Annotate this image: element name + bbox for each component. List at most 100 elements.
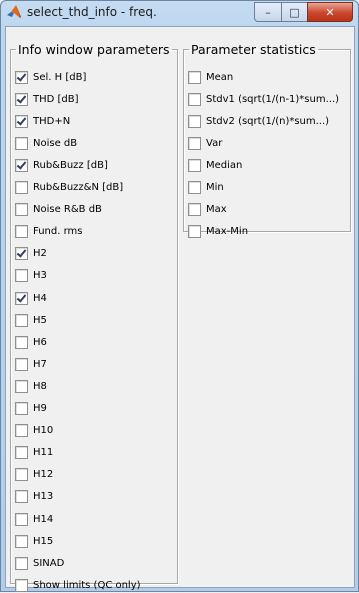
stats-checkbox-label[interactable]: Stdv1 (sqrt(1/(n-1)*sum...) bbox=[206, 94, 339, 105]
info-checkbox-label[interactable]: Rub&Buzz [dB] bbox=[33, 160, 108, 171]
info-checkbox-row[interactable]: Noise R&B dB bbox=[15, 202, 102, 218]
matlab-logo-icon bbox=[6, 4, 22, 20]
info-checkbox-row[interactable]: H6 bbox=[15, 334, 47, 350]
checkbox-unchecked-icon[interactable] bbox=[188, 92, 201, 106]
checkbox-unchecked-icon[interactable] bbox=[15, 424, 28, 438]
minimize-button[interactable]: – bbox=[254, 2, 282, 22]
info-checkbox-label[interactable]: H11 bbox=[33, 447, 53, 458]
checkbox-unchecked-icon[interactable] bbox=[15, 490, 28, 504]
checkbox-unchecked-icon[interactable] bbox=[15, 269, 28, 283]
maximize-icon: □ bbox=[289, 5, 300, 19]
checkbox-unchecked-icon[interactable] bbox=[15, 203, 28, 217]
info-checkbox-row[interactable]: Fund. rms bbox=[15, 224, 82, 240]
checkbox-unchecked-icon[interactable] bbox=[15, 446, 28, 460]
maximize-button[interactable]: □ bbox=[281, 2, 308, 22]
checkbox-unchecked-icon[interactable] bbox=[188, 70, 201, 84]
checkbox-unchecked-icon[interactable] bbox=[188, 225, 201, 239]
stats-checkbox-row[interactable]: Mean bbox=[188, 69, 233, 85]
stats-checkbox-label[interactable]: Var bbox=[206, 138, 222, 149]
info-checkbox-row[interactable]: THD+N bbox=[15, 113, 70, 129]
close-icon: ✕ bbox=[325, 5, 335, 19]
checkbox-unchecked-icon[interactable] bbox=[15, 379, 28, 393]
checkbox-unchecked-icon[interactable] bbox=[15, 335, 28, 349]
info-checkbox-label[interactable]: Noise R&B dB bbox=[33, 204, 102, 215]
info-checkbox-label[interactable]: Noise dB bbox=[33, 138, 77, 149]
info-checkbox-row[interactable]: H15 bbox=[15, 533, 53, 549]
stats-checkbox-label[interactable]: Max-Min bbox=[206, 226, 248, 237]
stats-checkbox-label[interactable]: Min bbox=[206, 182, 224, 193]
info-checkbox-label[interactable]: THD+N bbox=[33, 116, 70, 127]
info-checkbox-row[interactable]: H3 bbox=[15, 268, 47, 284]
info-checkbox-label[interactable]: Sel. H [dB] bbox=[33, 72, 86, 83]
stats-checkbox-row[interactable]: Max bbox=[188, 202, 227, 218]
info-checkbox-row[interactable]: H2 bbox=[15, 246, 47, 262]
info-checkbox-label[interactable]: H3 bbox=[33, 270, 47, 281]
info-checkbox-label[interactable]: H14 bbox=[33, 514, 53, 525]
checkbox-checked-icon[interactable] bbox=[15, 114, 28, 128]
info-checkbox-row[interactable]: Noise dB bbox=[15, 135, 77, 151]
checkbox-unchecked-icon[interactable] bbox=[188, 114, 201, 128]
info-checkbox-label[interactable]: H9 bbox=[33, 403, 47, 414]
info-checkbox-label[interactable]: H7 bbox=[33, 359, 47, 370]
info-checkbox-row[interactable]: Rub&Buzz [dB] bbox=[15, 157, 108, 173]
info-checkbox-row[interactable]: H4 bbox=[15, 290, 47, 306]
info-checkbox-row[interactable]: H8 bbox=[15, 378, 47, 394]
info-checkbox-row[interactable]: H13 bbox=[15, 489, 53, 505]
checkbox-checked-icon[interactable] bbox=[15, 92, 28, 106]
stats-checkbox-row[interactable]: Var bbox=[188, 135, 222, 151]
info-checkbox-label[interactable]: H10 bbox=[33, 425, 53, 436]
info-checkbox-label[interactable]: Fund. rms bbox=[33, 226, 82, 237]
checkbox-unchecked-icon[interactable] bbox=[188, 181, 201, 194]
info-checkbox-row[interactable]: H11 bbox=[15, 445, 53, 461]
checkbox-unchecked-icon[interactable] bbox=[15, 556, 28, 570]
info-checkbox-row[interactable]: H14 bbox=[15, 511, 53, 527]
info-checkbox-label[interactable]: H2 bbox=[33, 248, 47, 259]
checkbox-unchecked-icon[interactable] bbox=[188, 136, 201, 150]
info-checkbox-label[interactable]: H12 bbox=[33, 469, 53, 480]
info-checkbox-row[interactable]: H7 bbox=[15, 356, 47, 372]
info-checkbox-label[interactable]: H5 bbox=[33, 315, 47, 326]
info-checkbox-row[interactable]: SINAD bbox=[15, 555, 64, 571]
stats-checkbox-row[interactable]: Max-Min bbox=[188, 224, 248, 240]
checkbox-checked-icon[interactable] bbox=[15, 247, 28, 261]
checkbox-unchecked-icon[interactable] bbox=[15, 357, 28, 371]
info-checkbox-row[interactable]: THD [dB] bbox=[15, 91, 79, 107]
checkbox-unchecked-icon[interactable] bbox=[188, 203, 201, 217]
checkbox-unchecked-icon[interactable] bbox=[15, 225, 28, 239]
checkbox-checked-icon[interactable] bbox=[15, 70, 28, 84]
info-checkbox-row[interactable]: Sel. H [dB] bbox=[15, 69, 86, 85]
stats-checkbox-label[interactable]: Median bbox=[206, 160, 242, 171]
stats-checkbox-label[interactable]: Stdv2 (sqrt(1/(n)*sum...) bbox=[206, 116, 329, 127]
info-checkbox-label[interactable]: THD [dB] bbox=[33, 94, 79, 105]
info-checkbox-label[interactable]: SINAD bbox=[33, 558, 64, 569]
checkbox-unchecked-icon[interactable] bbox=[15, 468, 28, 482]
checkbox-checked-icon[interactable] bbox=[15, 158, 28, 172]
info-checkbox-label[interactable]: Rub&Buzz&N [dB] bbox=[33, 182, 123, 193]
checkbox-checked-icon[interactable] bbox=[15, 291, 28, 305]
checkbox-unchecked-icon[interactable] bbox=[15, 136, 28, 150]
stats-checkbox-label[interactable]: Max bbox=[206, 204, 227, 215]
stats-checkbox-label[interactable]: Mean bbox=[206, 72, 233, 83]
info-checkbox-label[interactable]: H8 bbox=[33, 381, 47, 392]
stats-checkbox-row[interactable]: Stdv1 (sqrt(1/(n-1)*sum...) bbox=[188, 91, 339, 107]
info-checkbox-row[interactable]: Rub&Buzz&N [dB] bbox=[15, 180, 123, 196]
info-checkbox-label[interactable]: H6 bbox=[33, 337, 47, 348]
checkbox-unchecked-icon[interactable] bbox=[15, 181, 28, 194]
stats-checkbox-row[interactable]: Min bbox=[188, 180, 224, 196]
info-checkbox-row[interactable]: H10 bbox=[15, 423, 53, 439]
info-checkbox-row[interactable]: H12 bbox=[15, 467, 53, 483]
checkbox-unchecked-icon[interactable] bbox=[15, 512, 28, 526]
title-bar[interactable]: select_thd_info - freq. – □ ✕ bbox=[1, 1, 358, 25]
checkbox-unchecked-icon[interactable] bbox=[188, 158, 201, 172]
info-checkbox-label[interactable]: H4 bbox=[33, 293, 47, 304]
stats-checkbox-row[interactable]: Median bbox=[188, 157, 242, 173]
checkbox-unchecked-icon[interactable] bbox=[15, 313, 28, 327]
info-checkbox-row[interactable]: H5 bbox=[15, 312, 47, 328]
stats-checkbox-row[interactable]: Stdv2 (sqrt(1/(n)*sum...) bbox=[188, 113, 329, 129]
info-checkbox-label[interactable]: H13 bbox=[33, 491, 53, 502]
info-checkbox-row[interactable]: H9 bbox=[15, 401, 47, 417]
checkbox-unchecked-icon[interactable] bbox=[15, 402, 28, 415]
close-button[interactable]: ✕ bbox=[307, 2, 353, 22]
info-checkbox-label[interactable]: H15 bbox=[33, 536, 53, 547]
checkbox-unchecked-icon[interactable] bbox=[15, 534, 28, 548]
